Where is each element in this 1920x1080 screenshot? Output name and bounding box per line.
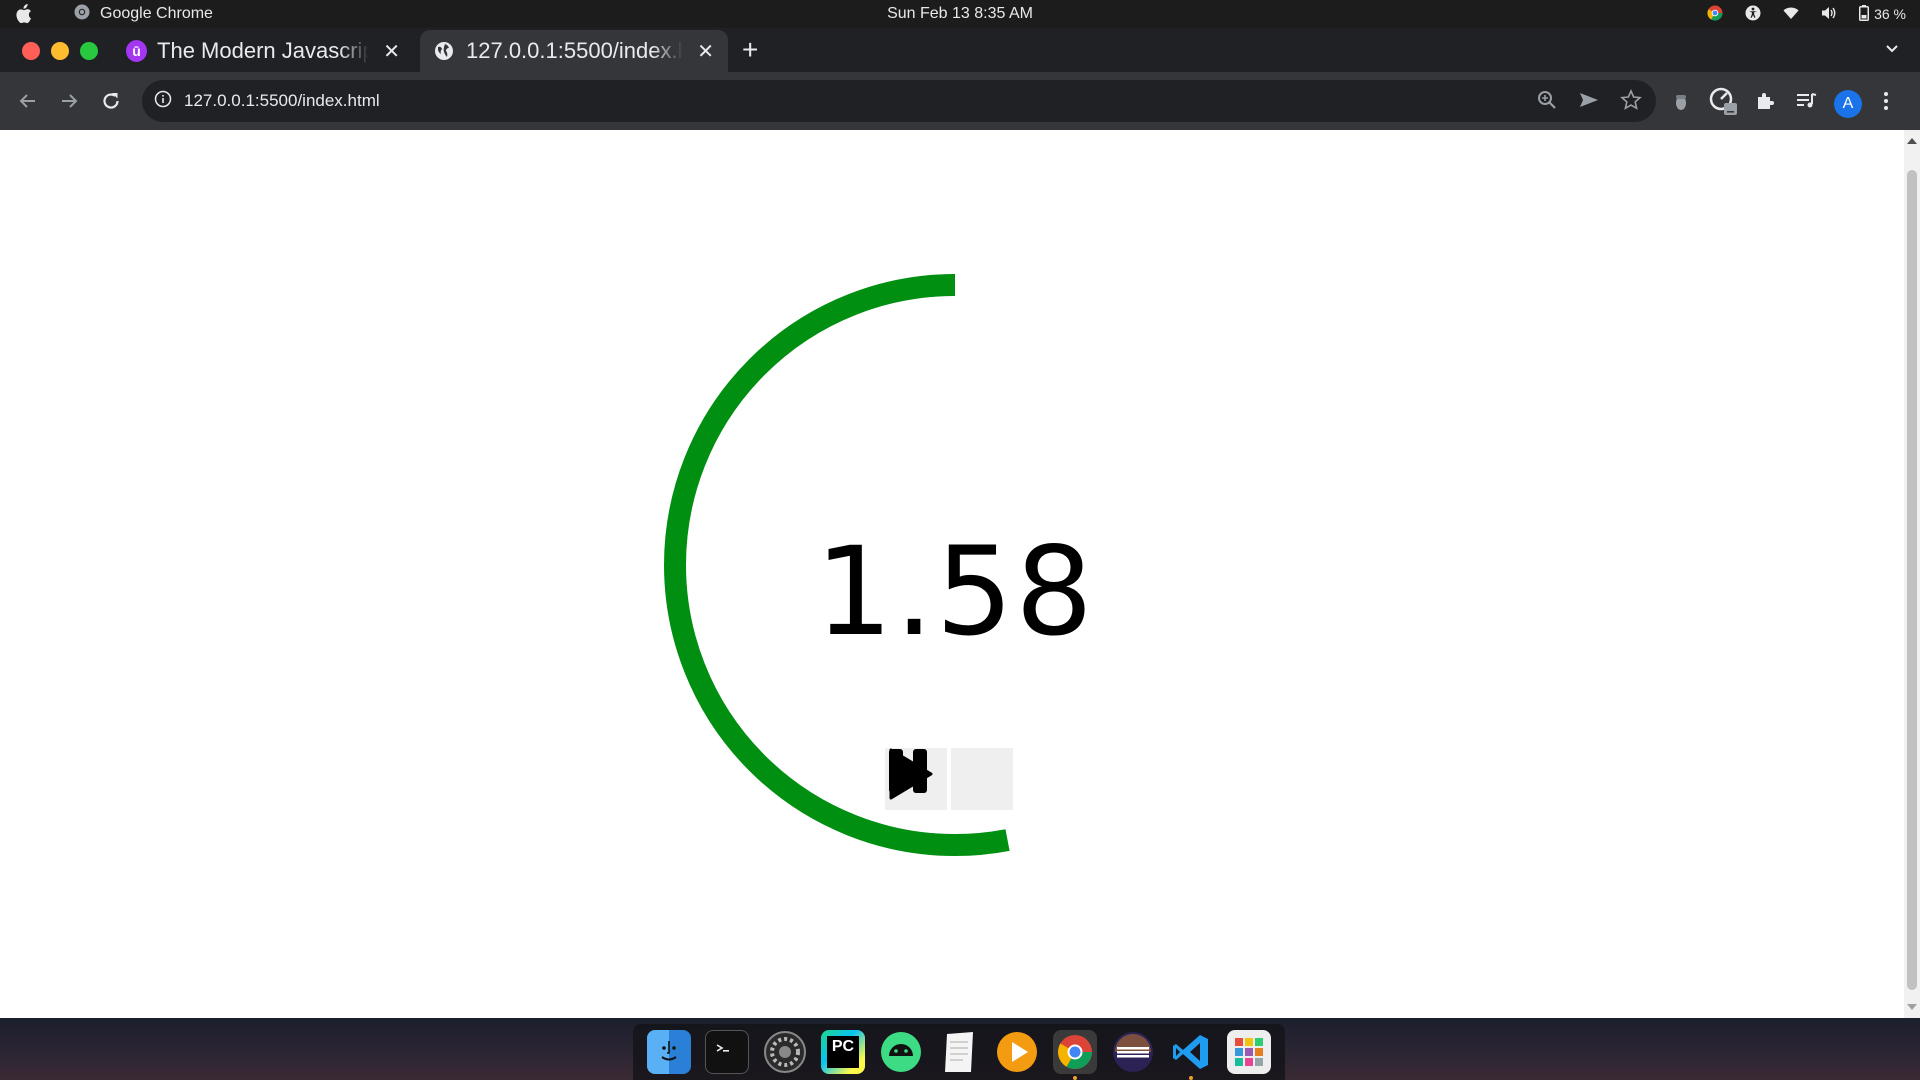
pycharm-icon[interactable]: PC bbox=[821, 1030, 865, 1074]
countdown-timer: 1.58 bbox=[660, 270, 1250, 860]
android-studio-icon[interactable] bbox=[879, 1030, 923, 1074]
extension-dashboard-icon[interactable] bbox=[1708, 86, 1738, 121]
scroll-up-arrow-icon[interactable] bbox=[1907, 138, 1917, 144]
tab-title: 127.0.0.1:5500/index.html bbox=[466, 38, 683, 63]
timer-value: 1.58 bbox=[815, 521, 1095, 663]
active-app-menu[interactable]: Google Chrome bbox=[74, 4, 213, 25]
eclipse-icon[interactable] bbox=[1111, 1030, 1155, 1074]
close-tab-icon[interactable]: ✕ bbox=[697, 39, 714, 64]
tab-title: The Modern Javascript Bootcamp Course bbox=[157, 38, 370, 63]
zoom-icon[interactable] bbox=[1536, 89, 1558, 116]
window-controls bbox=[22, 42, 98, 60]
vlc-icon[interactable] bbox=[995, 1030, 1039, 1074]
accessibility-icon[interactable] bbox=[1745, 5, 1761, 24]
site-info-icon[interactable] bbox=[154, 90, 172, 113]
page-viewport: 1.58 bbox=[0, 130, 1920, 1018]
udemy-icon: ū bbox=[126, 40, 148, 62]
send-to-device-icon[interactable] bbox=[1578, 89, 1600, 116]
wifi-icon[interactable] bbox=[1783, 6, 1799, 23]
tab-index-html[interactable]: 127.0.0.1:5500/index.html ✕ bbox=[420, 30, 728, 72]
address-bar[interactable]: 127.0.0.1:5500/index.html bbox=[142, 80, 1656, 122]
apple-menu-icon[interactable] bbox=[0, 4, 46, 24]
chrome-dock-icon[interactable] bbox=[1053, 1030, 1097, 1080]
minimize-window-button[interactable] bbox=[51, 42, 69, 60]
back-icon[interactable] bbox=[15, 88, 41, 114]
vertical-scrollbar[interactable] bbox=[1904, 130, 1920, 1018]
app-name: Google Chrome bbox=[100, 5, 213, 22]
terminal-icon[interactable] bbox=[705, 1030, 749, 1074]
vscode-icon[interactable] bbox=[1169, 1030, 1213, 1080]
reload-icon[interactable] bbox=[98, 88, 124, 114]
tab-modern-javascript[interactable]: ū The Modern Javascript Bootcamp Course … bbox=[112, 30, 414, 72]
clock[interactable]: Sun Feb 13 8:35 AM bbox=[0, 5, 1920, 23]
extension-acorn-icon[interactable] bbox=[1670, 88, 1692, 119]
bookmark-star-icon[interactable] bbox=[1620, 88, 1642, 116]
finder-icon[interactable] bbox=[647, 1030, 691, 1074]
timer-controls bbox=[885, 748, 1013, 810]
tab-strip: ū The Modern Javascript Bootcamp Course … bbox=[0, 28, 1920, 72]
pause-button[interactable] bbox=[889, 748, 1013, 810]
battery-percent: 36 % bbox=[1874, 6, 1906, 22]
system-preferences-icon[interactable] bbox=[763, 1030, 807, 1074]
chrome-status-icon[interactable] bbox=[1707, 5, 1723, 24]
url-text[interactable]: 127.0.0.1:5500/index.html bbox=[184, 91, 380, 111]
forward-icon[interactable] bbox=[56, 88, 82, 114]
browser-toolbar: 127.0.0.1:5500/index.html A bbox=[0, 72, 1920, 130]
new-tab-icon[interactable]: + bbox=[742, 36, 758, 64]
chrome-icon bbox=[74, 4, 90, 25]
launchpad-icon[interactable] bbox=[1227, 1030, 1271, 1074]
dock: PC bbox=[633, 1024, 1285, 1080]
notes-icon[interactable] bbox=[937, 1030, 981, 1074]
scroll-down-arrow-icon[interactable] bbox=[1907, 1004, 1917, 1010]
chevron-down-icon[interactable] bbox=[1884, 40, 1900, 61]
scrollbar-thumb[interactable] bbox=[1907, 170, 1917, 990]
close-window-button[interactable] bbox=[22, 42, 40, 60]
maximize-window-button[interactable] bbox=[80, 42, 98, 60]
battery-indicator[interactable]: 36 % bbox=[1859, 4, 1906, 24]
battery-icon bbox=[1859, 4, 1870, 24]
media-controls-icon[interactable] bbox=[1794, 89, 1818, 118]
system-menubar: Google Chrome Sun Feb 13 8:35 AM 36 % bbox=[0, 0, 1920, 28]
volume-icon[interactable] bbox=[1821, 6, 1837, 23]
close-tab-icon[interactable]: ✕ bbox=[383, 39, 400, 64]
profile-avatar[interactable]: A bbox=[1834, 89, 1862, 118]
globe-icon bbox=[434, 41, 454, 61]
more-menu-icon[interactable] bbox=[1878, 89, 1894, 118]
extensions-puzzle-icon[interactable] bbox=[1754, 89, 1778, 118]
